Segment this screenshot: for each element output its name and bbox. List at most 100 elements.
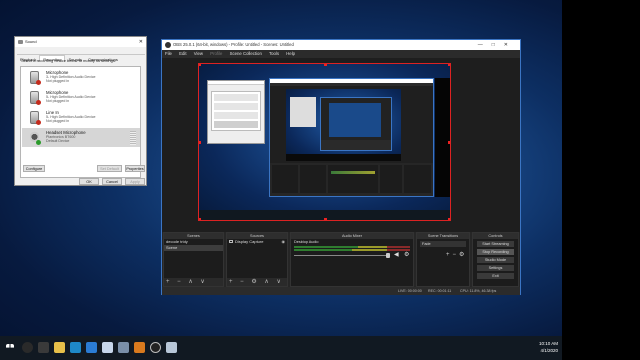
scenes-dock: Scenes decode tridy Scene + − ∧ ∨	[163, 232, 224, 287]
sources-toolbar[interactable]: + − ⚙ ∧ ∨	[227, 278, 287, 286]
scenes-toolbar[interactable]: + − ∧ ∨	[164, 278, 223, 286]
file-explorer-icon[interactable]	[54, 342, 65, 353]
unplugged-badge-icon	[36, 80, 41, 85]
apply-button[interactable]: Apply	[125, 178, 145, 185]
configure-button[interactable]: Configure	[23, 165, 45, 172]
source-name: Display Capture	[235, 239, 264, 244]
scene-item-selected[interactable]: Scene	[164, 245, 223, 251]
letterbox-bar	[562, 0, 640, 360]
sound-instruction: Select a recording device below to modif…	[21, 58, 116, 63]
visibility-eye-icon[interactable]: ◉	[282, 239, 286, 245]
desktop: Sound ✕ Playback Recording Sounds Communica…	[0, 0, 562, 360]
transition-select[interactable]: Fade	[420, 241, 466, 247]
unplugged-badge-icon	[36, 100, 41, 105]
device-status: Not plugged in	[46, 119, 70, 123]
captured-obs-window	[269, 78, 434, 197]
properties-button[interactable]: Properties	[125, 165, 145, 172]
cpu-status: CPU: 11.8%, 46.38 fps	[460, 289, 497, 293]
obs-title-bar[interactable]: OBS 25.0.1 (64-bit, windows) - Profile: …	[162, 40, 520, 50]
sound-title-bar[interactable]: Sound ✕	[15, 37, 146, 47]
audio-mixer-dock: Audio Mixer Desktop Audio ◀ ⚙	[290, 232, 414, 287]
scene-transitions-dock: Scene Transitions Fade +−⚙	[416, 232, 470, 287]
device-status: Not plugged in	[46, 99, 70, 103]
speaker-icon[interactable]: ◀	[394, 251, 399, 258]
document-icon[interactable]	[102, 342, 113, 353]
obs-title: OBS 25.0.1 (64-bit, windows) - Profile: …	[173, 42, 294, 47]
window-controls[interactable]: —□✕	[478, 40, 517, 50]
mixer-channel-name: Desktop Audio	[294, 240, 319, 244]
sound-taskbar-icon[interactable]	[166, 342, 177, 353]
device-item[interactable]: Line In 5- High Definition Audio Device …	[22, 108, 140, 127]
obs-docks: Scenes decode tridy Scene + − ∧ ∨ Source…	[162, 232, 520, 287]
resize-handle[interactable]	[448, 141, 450, 144]
source-item[interactable]: Display Capture ◉	[227, 239, 287, 245]
studio-mode-button[interactable]: Studio Mode	[477, 257, 514, 263]
windows-start-icon[interactable]	[6, 344, 14, 352]
gear-icon[interactable]: ⚙	[404, 251, 409, 258]
taskbar: 10:10 AM 4/1/2020	[0, 336, 562, 360]
store-icon[interactable]	[70, 342, 81, 353]
rec-status: REC: 00:01:11	[428, 289, 452, 293]
stop-recording-button[interactable]: Stop Recording	[477, 249, 514, 255]
menu-file[interactable]: File	[165, 51, 172, 56]
set-default-button[interactable]: Set Default	[97, 165, 122, 172]
resize-handle[interactable]	[199, 218, 201, 220]
resize-handle[interactable]	[199, 64, 201, 66]
menu-scene-collection[interactable]: Scene Collection	[230, 51, 262, 56]
audio-mixer-header: Audio Mixer	[291, 233, 413, 239]
sources-dock: Sources Display Capture ◉ + − ⚙ ∧ ∨	[226, 232, 288, 287]
captured-dark-area	[435, 78, 450, 197]
live-status: LIVE: 00:00:00	[398, 289, 422, 293]
settings-icon[interactable]	[118, 342, 129, 353]
obs-preview-canvas[interactable]	[198, 63, 451, 221]
captured-sound-dialog	[207, 80, 265, 144]
speaker-icon	[18, 40, 23, 44]
controls-header: Controls	[473, 233, 518, 239]
device-status: Not plugged in	[46, 79, 70, 83]
start-streaming-button[interactable]: Start Streaming	[477, 241, 514, 247]
transitions-header: Scene Transitions	[417, 233, 469, 239]
obs-taskbar-icon[interactable]	[150, 342, 161, 353]
default-check-icon	[36, 140, 41, 145]
vscode-icon[interactable]	[86, 342, 97, 353]
exit-button[interactable]: Exit	[477, 273, 514, 279]
clock-time: 10:10 AM	[538, 341, 558, 346]
resize-handle[interactable]	[324, 218, 327, 220]
sound-dialog: Sound ✕ Playback Recording Sounds Communica…	[14, 36, 147, 186]
device-status: Default Device	[46, 139, 70, 143]
settings-button[interactable]: Settings	[477, 265, 514, 271]
menu-tools[interactable]: Tools	[269, 51, 279, 56]
obs-logo-icon	[165, 42, 171, 48]
device-item[interactable]: Microphone 5- High Definition Audio Devi…	[22, 88, 140, 107]
menu-edit[interactable]: Edit	[179, 51, 186, 56]
level-meter	[130, 131, 136, 145]
menu-help[interactable]: Help	[286, 51, 295, 56]
sound-tabs: Playback Recording Sounds Communications	[17, 48, 145, 62]
resize-handle[interactable]	[448, 64, 450, 66]
menu-profile[interactable]: Profile	[210, 51, 222, 56]
ok-button[interactable]: OK	[79, 178, 99, 185]
obs-menu-bar: File Edit View Profile Scene Collection …	[162, 50, 520, 58]
audio-level-meter	[294, 249, 410, 251]
device-item-selected[interactable]: Headset Microphone Plantronics BT600 Def…	[22, 128, 140, 147]
sound-title: Sound	[25, 39, 37, 44]
cancel-button[interactable]: Cancel	[102, 178, 122, 185]
volume-slider[interactable]	[294, 255, 386, 256]
recording-device-list: Microphone 3- High Definition Audio Devi…	[20, 66, 141, 178]
volume-slider-handle[interactable]	[386, 253, 390, 258]
unplugged-badge-icon	[36, 120, 41, 125]
app-icon[interactable]	[134, 342, 145, 353]
clock-date: 4/1/2020	[540, 348, 558, 353]
resize-handle[interactable]	[324, 64, 327, 66]
system-clock[interactable]: 10:10 AM 4/1/2020	[539, 340, 558, 354]
menu-view[interactable]: View	[194, 51, 203, 56]
close-icon[interactable]: ✕	[139, 37, 143, 47]
task-view-icon[interactable]	[38, 342, 49, 353]
controls-dock: Controls Start Streaming Stop Recording …	[472, 232, 519, 287]
search-icon[interactable]	[22, 342, 33, 353]
resize-handle[interactable]	[199, 141, 201, 144]
audio-level-meter	[294, 246, 410, 248]
resize-handle[interactable]	[448, 218, 450, 220]
transition-toolbar[interactable]: +−⚙	[417, 251, 469, 258]
device-item[interactable]: Microphone 3- High Definition Audio Devi…	[22, 68, 140, 87]
